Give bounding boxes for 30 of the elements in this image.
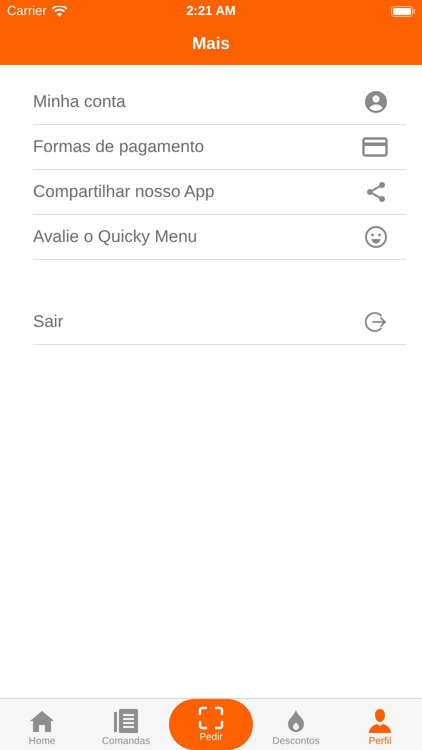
tab-item[interactable]: Descontos: [254, 699, 338, 750]
tab-item[interactable]: Comandas: [84, 699, 168, 750]
menu-row[interactable]: Compartilhar nosso App: [33, 170, 406, 215]
battery-icon: [391, 6, 415, 16]
tab-item[interactable]: Perfil: [338, 699, 422, 750]
carrier-label: Carrier: [7, 2, 47, 20]
menu-label: Sair: [33, 311, 64, 334]
menu-row[interactable]: Sair: [33, 300, 406, 345]
wifi-icon: [52, 6, 67, 16]
tab-item[interactable]: Pedir: [169, 699, 253, 750]
menu-label: Avalie o Quicky Menu: [33, 226, 198, 248]
menu-row[interactable]: Minha conta: [33, 80, 406, 125]
clock-time: 2:21 AM: [186, 2, 236, 20]
document-list-icon: [114, 709, 138, 733]
flame-icon: [287, 709, 305, 733]
smiley-icon: [364, 225, 388, 249]
menu-label: Formas de pagamento: [33, 136, 204, 158]
menu-label: Minha conta: [33, 91, 126, 114]
menu-row[interactable]: Avalie o Quicky Menu: [33, 215, 406, 260]
share-icon: [364, 180, 388, 204]
scan-frame-icon: [198, 706, 224, 730]
credit-card-icon: [362, 136, 388, 158]
menu-row[interactable]: Formas de pagamento: [33, 125, 406, 170]
home-icon: [29, 709, 55, 733]
menu-label: Compartilhar nosso App: [33, 181, 214, 204]
tab-item[interactable]: Home: [0, 699, 84, 750]
screen-title: Mais: [192, 32, 230, 55]
exit-icon: [364, 310, 388, 334]
person-icon: [367, 709, 393, 733]
account-icon: [364, 90, 388, 114]
